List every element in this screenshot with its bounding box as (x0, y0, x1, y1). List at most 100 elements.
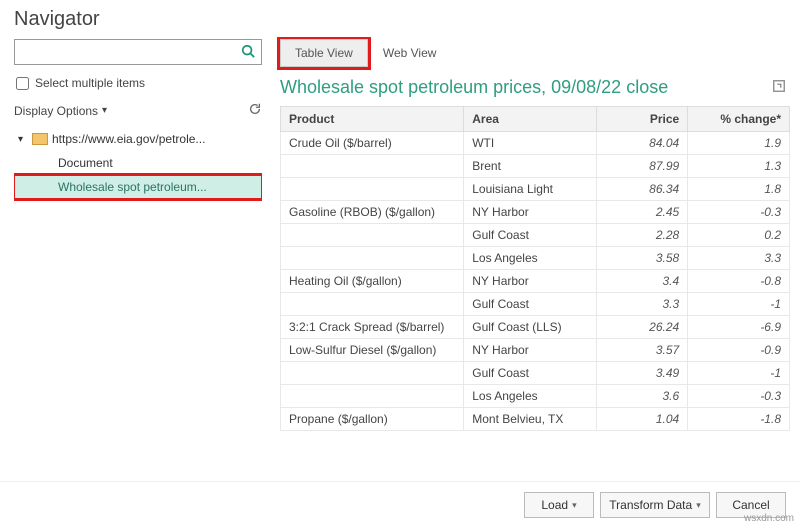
table-row[interactable]: Gulf Coast3.3-1 (281, 293, 790, 316)
table-row[interactable]: Heating Oil ($/gallon)NY Harbor3.4-0.8 (281, 270, 790, 293)
cell-area: WTI (464, 132, 596, 155)
col-product[interactable]: Product (281, 107, 464, 132)
footer-buttons: Load ▾ Transform Data ▾ Cancel (0, 481, 800, 528)
table-body: Crude Oil ($/barrel)WTI84.041.9Brent87.9… (281, 132, 790, 431)
transform-data-button[interactable]: Transform Data ▾ (600, 492, 710, 518)
cell-product (281, 224, 464, 247)
tree-item-label: Wholesale spot petroleum... (58, 180, 207, 194)
cell-area: Brent (464, 155, 596, 178)
folder-icon (32, 133, 48, 145)
cell-price: 3.3 (596, 293, 688, 316)
cell-product (281, 247, 464, 270)
table-row[interactable]: Brent87.991.3 (281, 155, 790, 178)
search-box[interactable] (14, 39, 262, 65)
navigator-dialog: Navigator Select multiple items Display … (0, 0, 800, 528)
table-row[interactable]: Propane ($/gallon)Mont Belvieu, TX1.04-1… (281, 408, 790, 431)
load-button[interactable]: Load ▾ (524, 492, 594, 518)
cell-change: -0.9 (688, 339, 790, 362)
cell-change: 0.2 (688, 224, 790, 247)
cell-price: 2.45 (596, 201, 688, 224)
table-row[interactable]: Gulf Coast3.49-1 (281, 362, 790, 385)
cell-product (281, 155, 464, 178)
cell-price: 87.99 (596, 155, 688, 178)
cell-price: 2.28 (596, 224, 688, 247)
search-icon[interactable] (235, 44, 261, 61)
chevron-down-icon: ▾ (102, 105, 107, 116)
select-multiple-label: Select multiple items (35, 76, 145, 90)
cell-price: 3.57 (596, 339, 688, 362)
table-row[interactable]: Los Angeles3.583.3 (281, 247, 790, 270)
table-row[interactable]: Gasoline (RBOB) ($/gallon)NY Harbor2.45-… (281, 201, 790, 224)
table-row[interactable]: Crude Oil ($/barrel)WTI84.041.9 (281, 132, 790, 155)
panel-header: Wholesale spot petroleum prices, 09/08/2… (280, 73, 790, 106)
cell-price: 3.58 (596, 247, 688, 270)
cancel-button-label: Cancel (732, 498, 769, 512)
select-multiple-checkbox[interactable] (16, 77, 29, 90)
cell-area: Gulf Coast (464, 224, 596, 247)
cell-product (281, 178, 464, 201)
tree-item-document[interactable]: Document (14, 151, 262, 175)
cell-product (281, 362, 464, 385)
table-row[interactable]: 3:2:1 Crack Spread ($/barrel)Gulf Coast … (281, 316, 790, 339)
cell-change: -1 (688, 362, 790, 385)
cell-change: 1.8 (688, 178, 790, 201)
display-options-label: Display Options (14, 104, 98, 118)
cell-product: Propane ($/gallon) (281, 408, 464, 431)
select-multiple-row[interactable]: Select multiple items (14, 73, 262, 100)
left-pane: Select multiple items Display Options ▾ … (14, 37, 262, 481)
table-row[interactable]: Los Angeles3.6-0.3 (281, 385, 790, 408)
tree-root-label: https://www.eia.gov/petrole... (52, 132, 205, 146)
tab-table-view[interactable]: Table View (280, 39, 368, 67)
cell-change: -6.9 (688, 316, 790, 339)
load-button-label: Load (541, 498, 568, 512)
cell-change: 1.3 (688, 155, 790, 178)
cell-area: Los Angeles (464, 385, 596, 408)
cell-change: -0.3 (688, 385, 790, 408)
cell-change: 1.9 (688, 132, 790, 155)
refresh-icon[interactable] (248, 102, 262, 119)
cell-change: 3.3 (688, 247, 790, 270)
cell-product: Heating Oil ($/gallon) (281, 270, 464, 293)
view-tabs: Table View Web View (280, 39, 790, 67)
cell-change: -1 (688, 293, 790, 316)
cell-area: Los Angeles (464, 247, 596, 270)
tab-web-view[interactable]: Web View (368, 39, 452, 67)
main-content: Select multiple items Display Options ▾ … (0, 37, 800, 481)
cell-area: NY Harbor (464, 270, 596, 293)
tree-item-wholesale[interactable]: Wholesale spot petroleum... (14, 175, 262, 199)
search-input[interactable] (15, 45, 235, 59)
right-pane: Table View Web View Wholesale spot petro… (280, 37, 790, 481)
tree-root[interactable]: ▾ https://www.eia.gov/petrole... (14, 127, 262, 151)
cell-price: 3.49 (596, 362, 688, 385)
data-table: Product Area Price % change* Crude Oil (… (280, 106, 790, 431)
table-row[interactable]: Louisiana Light86.341.8 (281, 178, 790, 201)
cell-product: 3:2:1 Crack Spread ($/barrel) (281, 316, 464, 339)
cell-area: Gulf Coast (464, 362, 596, 385)
table-row[interactable]: Gulf Coast2.280.2 (281, 224, 790, 247)
cell-area: NY Harbor (464, 339, 596, 362)
cell-change: -0.8 (688, 270, 790, 293)
cell-area: NY Harbor (464, 201, 596, 224)
chevron-down-icon: ▾ (696, 500, 701, 511)
cell-price: 86.34 (596, 178, 688, 201)
cell-area: Gulf Coast (LLS) (464, 316, 596, 339)
cell-product: Low-Sulfur Diesel ($/gallon) (281, 339, 464, 362)
display-options-row[interactable]: Display Options ▾ (14, 100, 262, 127)
cell-price: 1.04 (596, 408, 688, 431)
cell-product (281, 385, 464, 408)
cell-product: Crude Oil ($/barrel) (281, 132, 464, 155)
panel-refresh-icon[interactable] (772, 79, 786, 96)
table-row[interactable]: Low-Sulfur Diesel ($/gallon)NY Harbor3.5… (281, 339, 790, 362)
col-change[interactable]: % change* (688, 107, 790, 132)
nav-tree: ▾ https://www.eia.gov/petrole... Documen… (14, 127, 262, 481)
tree-item-label: Document (58, 156, 113, 170)
col-area[interactable]: Area (464, 107, 596, 132)
col-price[interactable]: Price (596, 107, 688, 132)
transform-button-label: Transform Data (609, 498, 692, 512)
watermark: wsxdn.com (744, 513, 794, 524)
cell-area: Mont Belvieu, TX (464, 408, 596, 431)
collapse-icon[interactable]: ▾ (18, 134, 28, 145)
window-title: Navigator (0, 0, 800, 37)
cell-product (281, 293, 464, 316)
cell-area: Gulf Coast (464, 293, 596, 316)
